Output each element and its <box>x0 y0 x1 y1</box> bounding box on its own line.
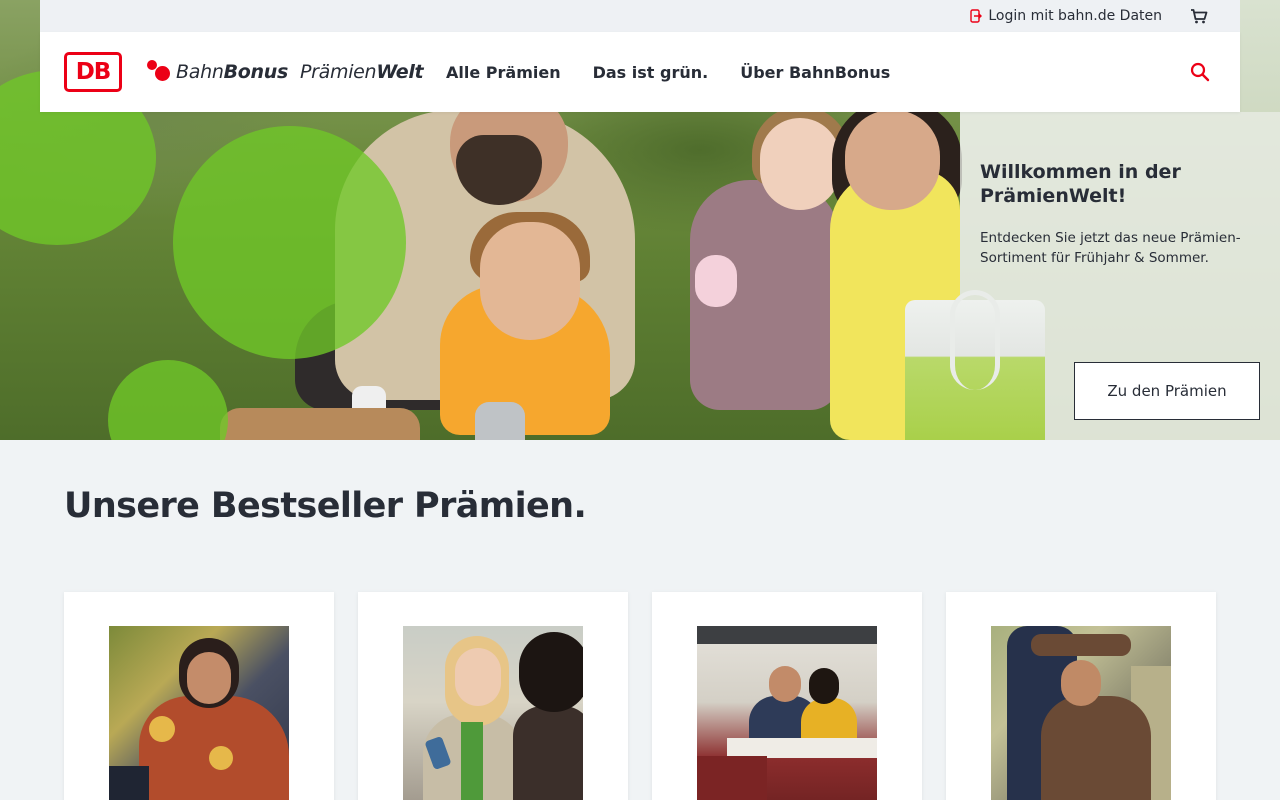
product-card[interactable] <box>652 592 922 800</box>
green-circle-decoration <box>108 360 228 440</box>
bahnbonus-wordmark: BahnBonus <box>176 61 288 83</box>
cart-icon[interactable] <box>1190 8 1208 24</box>
green-circle-decoration <box>173 126 406 359</box>
product-card[interactable] <box>358 592 628 800</box>
login-label: Login mit bahn.de Daten <box>988 8 1162 24</box>
hero-pink-cup <box>695 255 737 307</box>
login-link[interactable]: Login mit bahn.de Daten <box>970 8 1162 24</box>
hero-text: Entdecken Sie jetzt das neue Prämien-Sor… <box>980 230 1241 266</box>
hero-thermos <box>475 402 525 440</box>
man-relaxing-in-train-photo <box>991 626 1171 800</box>
main-navigation: DB BahnBonus PrämienWelt Alle Prämien Da… <box>40 32 1240 112</box>
login-icon <box>970 9 983 23</box>
search-icon[interactable] <box>1190 62 1210 86</box>
hero-figure-boy-head <box>480 222 580 340</box>
woman-in-train-photo <box>109 626 289 800</box>
two-women-with-phone-photo <box>403 626 583 800</box>
nav-link-alle-praemien[interactable]: Alle Prämien <box>446 63 561 82</box>
product-card[interactable] <box>64 592 334 800</box>
nav-link-ueber-bahnbonus[interactable]: Über BahnBonus <box>740 63 890 82</box>
utility-bar: Login mit bahn.de Daten <box>40 0 1240 32</box>
praemienwelt-wordmark: PrämienWelt <box>299 61 424 83</box>
hero-title: Willkommen in der PrämienWelt! <box>980 161 1181 207</box>
nav-link-das-ist-gruen[interactable]: Das ist grün. <box>593 63 709 82</box>
db-logo[interactable]: DB <box>64 52 122 92</box>
hero-figure-girl-head <box>760 118 840 210</box>
zu-den-praemien-button[interactable]: Zu den Prämien <box>1074 362 1260 420</box>
db-logo-text: DB <box>75 59 112 85</box>
hero-figure-mom-head <box>845 110 940 210</box>
product-card[interactable] <box>946 592 1216 800</box>
bahnbonus-dots-icon <box>146 58 172 86</box>
nav-links: Alle Prämien Das ist grün. Über BahnBonu… <box>446 32 890 112</box>
bahnbonus-praemienwelt-logo[interactable]: BahnBonus PrämienWelt <box>146 54 424 90</box>
hero-basket <box>220 408 420 440</box>
couple-in-dining-car-photo <box>697 626 877 800</box>
section-title: Unsere Bestseller Prämien. <box>64 486 587 526</box>
hero-cooler-handle <box>950 290 1000 390</box>
